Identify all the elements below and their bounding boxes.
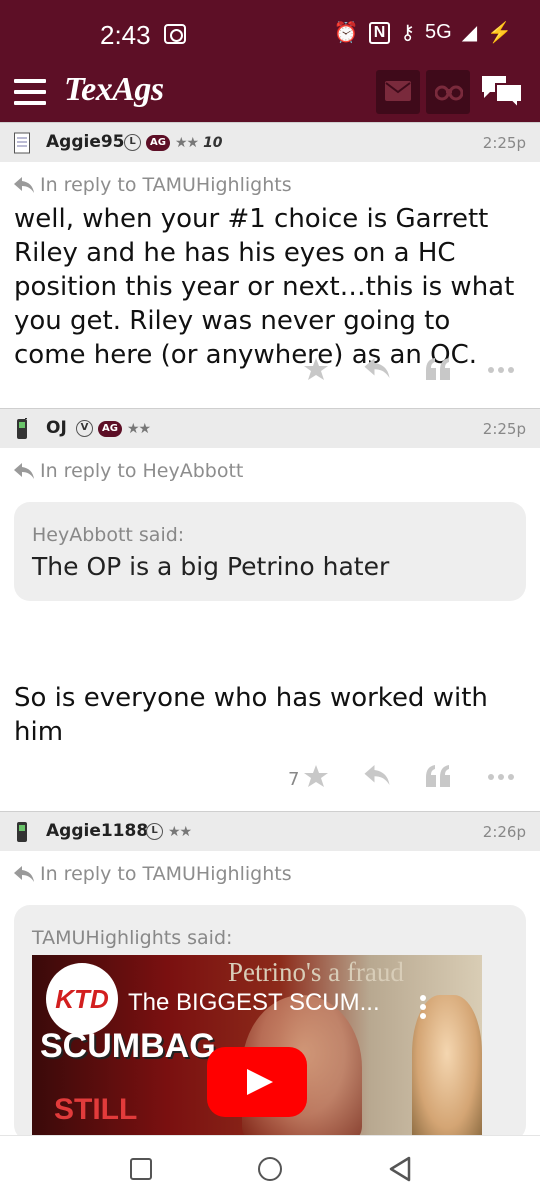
quote-icon[interactable]	[426, 358, 450, 380]
network-label: 5G	[425, 21, 452, 43]
badge-ag: AG	[98, 420, 122, 437]
badge-life: L	[124, 134, 141, 151]
rank-stars: ★★	[126, 420, 151, 437]
post-time: 2:25p	[482, 134, 526, 152]
reply-to-link[interactable]: In reply to HeyAbbott	[0, 458, 540, 488]
system-nav-bar	[0, 1135, 540, 1200]
quote-author: TAMUHighlights said:	[32, 927, 233, 949]
post: Aggie95 L AG ★★ 10 2:25p In reply to TAM…	[0, 122, 540, 398]
status-icons: ⏰ N ⚷ 5G ◢ ⚡	[334, 20, 512, 45]
post-time: 2:26p	[482, 823, 526, 841]
brand-logo[interactable]: TexAgs	[64, 71, 164, 109]
star-icon[interactable]	[304, 358, 328, 380]
quote-block[interactable]: HeyAbbott said: The OP is a big Petrino …	[14, 502, 526, 601]
recents-button[interactable]	[130, 1158, 152, 1180]
post: Aggie1188 L ★★ 2:26p In reply to TAMUHig…	[0, 811, 540, 1135]
rank-badge: 10	[203, 134, 223, 151]
phone-avatar-icon[interactable]	[14, 418, 30, 440]
rank-stars: ★★	[168, 823, 192, 840]
thumbnail-text: STILL	[54, 1093, 138, 1126]
user-badges: L ★★	[146, 823, 192, 840]
binoculars-button[interactable]	[426, 70, 470, 114]
status-bar: 2:43 ⏰ N ⚷ 5G ◢ ⚡	[0, 0, 540, 66]
post-header: OJ V AG ★★ 2:25p	[0, 408, 540, 448]
thumbnail-overlay-text: Petrino's a fraud	[228, 957, 404, 987]
signal-icon: ◢	[461, 22, 478, 44]
post-body: So is everyone who has worked with him	[14, 683, 488, 747]
alarm-icon: ⏰	[333, 22, 359, 44]
reply-icon[interactable]	[364, 765, 390, 785]
reply-to-link[interactable]: In reply to TAMUHighlights	[0, 861, 540, 891]
post-actions: 7	[0, 749, 540, 805]
screen-record-icon	[164, 24, 186, 44]
post: OJ V AG ★★ 2:25p In reply to HeyAbbott H…	[0, 408, 540, 805]
reply-icon	[14, 463, 34, 479]
status-time: 2:43	[100, 20, 151, 50]
channel-logo[interactable]: KTD	[46, 963, 118, 1035]
key-icon: ⚷	[400, 22, 416, 44]
video-title[interactable]: The BIGGEST SCUM...	[128, 989, 380, 1017]
more-icon[interactable]	[488, 774, 514, 780]
app-header: TexAgs	[0, 66, 540, 122]
reply-to-link[interactable]: In reply to TAMUHighlights	[0, 172, 540, 202]
menu-icon[interactable]	[14, 79, 46, 105]
badge-life: L	[146, 823, 163, 840]
reply-icon	[14, 177, 34, 193]
phone-avatar-icon[interactable]	[14, 821, 30, 843]
reply-to-text: In reply to HeyAbbott	[40, 460, 244, 482]
chat-icon[interactable]	[480, 74, 524, 110]
username[interactable]: OJ	[46, 418, 67, 438]
back-button[interactable]	[388, 1156, 412, 1182]
reply-icon	[14, 866, 34, 882]
username[interactable]: Aggie95	[46, 132, 125, 152]
more-icon[interactable]	[488, 367, 514, 373]
post-header: Aggie1188 L ★★ 2:26p	[0, 811, 540, 851]
post-header: Aggie95 L AG ★★ 10 2:25p	[0, 122, 540, 162]
rank-stars: ★★	[174, 134, 199, 151]
user-badges: V AG ★★	[76, 420, 151, 437]
badge-v: V	[76, 420, 93, 437]
star-count: 7	[288, 769, 300, 790]
mail-icon	[385, 81, 411, 101]
post-actions	[0, 342, 540, 398]
quote-icon[interactable]	[426, 765, 450, 787]
play-button[interactable]	[207, 1047, 307, 1117]
thread-feed[interactable]: Aggie95 L AG ★★ 10 2:25p In reply to TAM…	[0, 122, 540, 1135]
reply-icon[interactable]	[364, 358, 390, 378]
battery-charging-icon: ⚡	[487, 22, 512, 44]
quote-author: HeyAbbott said:	[32, 524, 185, 546]
star-icon[interactable]	[304, 765, 328, 787]
nfc-icon: N	[368, 21, 391, 44]
home-button[interactable]	[258, 1157, 282, 1181]
post-time: 2:25p	[482, 420, 526, 438]
thumbnail-text: SCUMBAG	[40, 1027, 216, 1065]
user-badges: L AG ★★ 10	[124, 134, 223, 151]
mail-button[interactable]	[376, 70, 420, 114]
notepad-avatar-icon[interactable]	[14, 132, 30, 154]
badge-ag: AG	[146, 134, 170, 151]
quote-text: The OP is a big Petrino hater	[32, 552, 390, 581]
reply-to-text: In reply to TAMUHighlights	[40, 174, 292, 196]
quote-block[interactable]: TAMUHighlights said: Petrino's a fraud S…	[14, 905, 526, 1135]
post-body: well, when your #1 choice is Garrett Ril…	[14, 204, 515, 370]
binoculars-icon	[435, 85, 463, 101]
video-embed[interactable]: Petrino's a fraud SCUMBAG STILL KTD The …	[32, 955, 482, 1135]
username[interactable]: Aggie1188	[46, 821, 148, 841]
reply-to-text: In reply to TAMUHighlights	[40, 863, 292, 885]
video-menu-icon[interactable]	[420, 995, 426, 1022]
